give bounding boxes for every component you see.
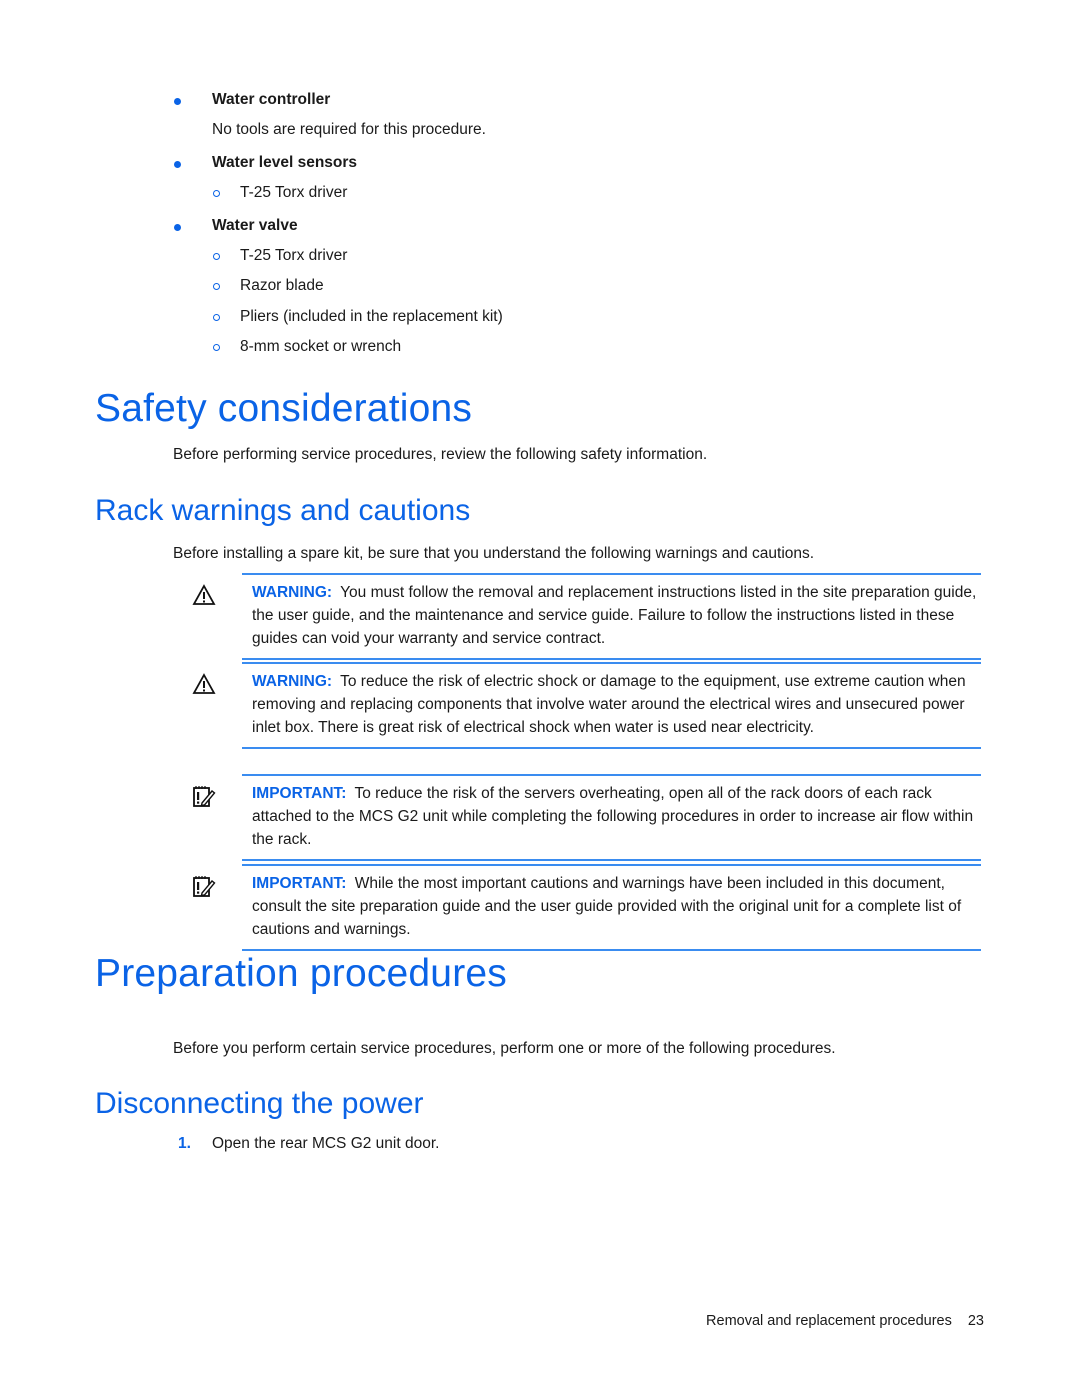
tool-subitem-text: Pliers (included in the replacement kit) — [240, 308, 503, 325]
tools-item-water-level-sensors: Water level sensors — [174, 154, 358, 172]
bullet-icon — [174, 161, 181, 168]
page-number: 23 — [967, 1313, 984, 1329]
document-page: Water controller No tools are required f… — [0, 0, 1080, 1397]
step-text: Open the rear MCS G2 unit door. — [212, 1135, 440, 1152]
tools-item-note: No tools are required for this procedure… — [212, 121, 486, 138]
heading-safety-considerations: Safety considerations — [95, 387, 473, 430]
tool-subitem-text: 8-mm socket or wrench — [240, 338, 402, 355]
tools-item-water-controller: Water controller — [174, 91, 331, 109]
safety-intro: Before performing service procedures, re… — [173, 446, 708, 463]
tool-subitem: Pliers (included in the replacement kit) — [213, 308, 503, 326]
note-label: WARNING: — [252, 584, 333, 601]
tools-item-title: Water valve — [212, 217, 298, 234]
heading-preparation-procedures: Preparation procedures — [95, 952, 507, 995]
footer-section-title: Removal and replacement procedures — [706, 1313, 952, 1329]
bullet-icon — [174, 98, 181, 105]
bullet-icon — [174, 224, 181, 231]
note-label: IMPORTANT: — [252, 875, 347, 892]
important-notepad-icon — [193, 786, 216, 807]
tools-item-title: Water controller — [212, 91, 331, 108]
important-note: IMPORTANT: While the most important caut… — [193, 864, 981, 951]
tool-subitem: T-25 Torx driver — [213, 247, 348, 265]
tool-subitem-text: T-25 Torx driver — [240, 184, 348, 201]
step-item: 1. Open the rear MCS G2 unit door. — [178, 1135, 440, 1153]
tool-subitem: 8-mm socket or wrench — [213, 338, 402, 356]
step-number: 1. — [178, 1135, 191, 1152]
circle-bullet-icon — [213, 344, 220, 351]
warning-note: WARNING: To reduce the risk of electric … — [192, 662, 981, 749]
tools-item-title: Water level sensors — [212, 154, 358, 171]
note-text: While the most important cautions and wa… — [252, 875, 962, 938]
important-notepad-icon — [193, 876, 216, 897]
tool-subitem: T-25 Torx driver — [213, 184, 348, 202]
preparation-intro: Before you perform certain service proce… — [173, 1040, 836, 1057]
page-footer: Removal and replacement procedures 23 — [706, 1313, 984, 1329]
note-label: WARNING: — [252, 673, 333, 690]
circle-bullet-icon — [213, 283, 220, 290]
important-note: IMPORTANT: To reduce the risk of the ser… — [193, 774, 981, 861]
note-text: To reduce the risk of electric shock or … — [252, 673, 966, 736]
heading-disconnecting-power: Disconnecting the power — [95, 1087, 424, 1120]
note-label: IMPORTANT: — [252, 785, 347, 802]
warning-triangle-icon — [192, 673, 216, 694]
warning-note: WARNING: You must follow the removal and… — [192, 573, 981, 660]
tool-subitem: Razor blade — [213, 277, 324, 295]
warning-triangle-icon — [192, 584, 216, 605]
tools-item-water-valve: Water valve — [174, 217, 298, 235]
circle-bullet-icon — [213, 314, 220, 321]
note-text: To reduce the risk of the servers overhe… — [252, 785, 974, 848]
rack-intro: Before installing a spare kit, be sure t… — [173, 545, 815, 562]
note-text: You must follow the removal and replacem… — [252, 584, 977, 647]
tool-subitem-text: T-25 Torx driver — [240, 247, 348, 264]
circle-bullet-icon — [213, 190, 220, 197]
heading-rack-warnings: Rack warnings and cautions — [95, 494, 471, 527]
circle-bullet-icon — [213, 253, 220, 260]
tool-subitem-text: Razor blade — [240, 277, 324, 294]
